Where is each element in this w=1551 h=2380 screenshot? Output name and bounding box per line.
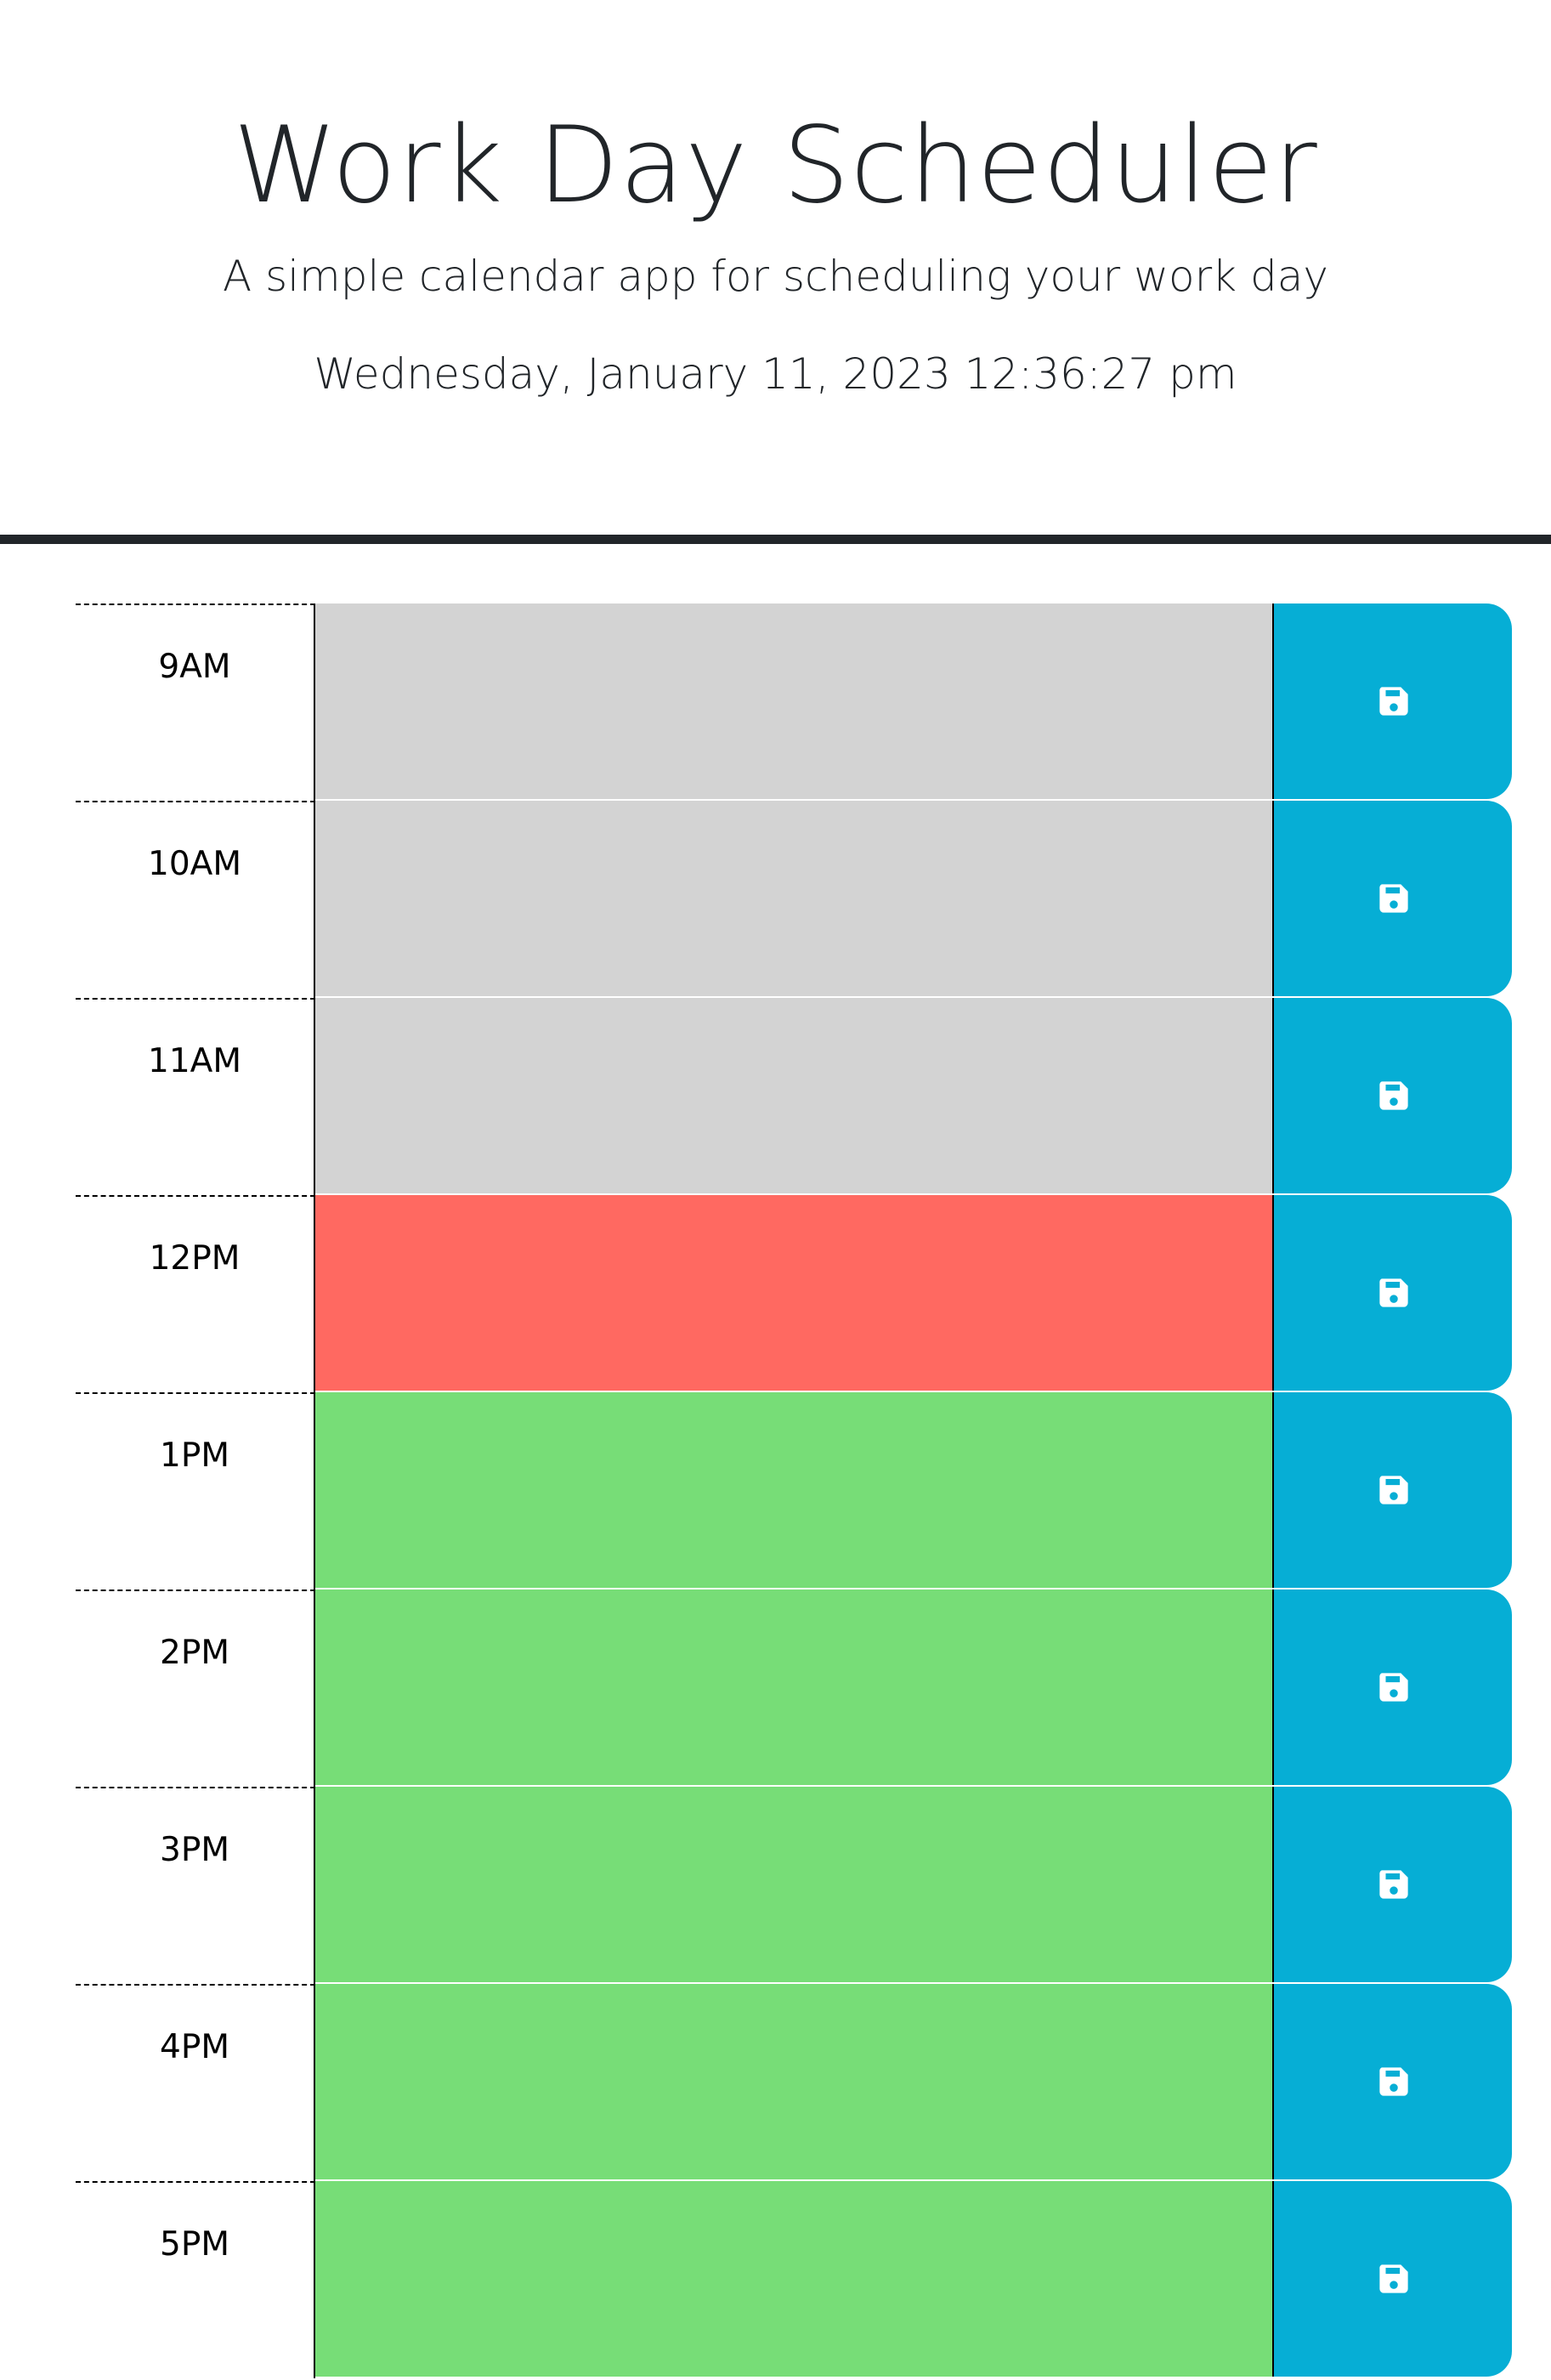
- hour-label: 11AM: [76, 998, 315, 1195]
- hour-label: 4PM: [76, 1984, 315, 2181]
- current-datetime: Wednesday, January 11, 2023 12:36:27 pm: [314, 349, 1237, 399]
- time-block: 5PM: [76, 2181, 1512, 2378]
- floppy-disk-icon: [1379, 1673, 1408, 1702]
- time-block: 4PM: [76, 1984, 1512, 2181]
- floppy-disk-icon: [1379, 1081, 1408, 1110]
- event-description-input[interactable]: [315, 2181, 1349, 2378]
- hour-label: 5PM: [76, 2181, 315, 2378]
- floppy-disk-icon: [1379, 1870, 1408, 1899]
- event-description-input[interactable]: [315, 1195, 1349, 1392]
- event-description-input[interactable]: [315, 1590, 1349, 1787]
- floppy-disk-icon: [1379, 1278, 1408, 1307]
- header: Work Day Scheduler A simple calendar app…: [0, 0, 1551, 544]
- hour-label: 2PM: [76, 1590, 315, 1787]
- floppy-disk-icon: [1379, 687, 1408, 716]
- time-block: 9AM: [76, 604, 1512, 801]
- event-description-input[interactable]: [315, 1984, 1349, 2181]
- save-button[interactable]: [1272, 1195, 1512, 1391]
- time-block: 10AM: [76, 801, 1512, 998]
- event-description-input[interactable]: [315, 1392, 1349, 1590]
- event-description-input[interactable]: [315, 604, 1349, 801]
- time-block: 12PM: [76, 1195, 1512, 1392]
- save-button[interactable]: [1272, 604, 1512, 799]
- hour-label: 12PM: [76, 1195, 315, 1392]
- time-block: 2PM: [76, 1590, 1512, 1787]
- floppy-disk-icon: [1379, 2067, 1408, 2096]
- save-button[interactable]: [1272, 2181, 1512, 2377]
- floppy-disk-icon: [1379, 1476, 1408, 1504]
- floppy-disk-icon: [1379, 884, 1408, 913]
- hour-label: 1PM: [76, 1392, 315, 1590]
- event-description-input[interactable]: [315, 1787, 1349, 1984]
- save-button[interactable]: [1272, 998, 1512, 1193]
- page-subtitle: A simple calendar app for scheduling you…: [223, 252, 1328, 301]
- event-description-input[interactable]: [315, 998, 1349, 1195]
- save-button[interactable]: [1272, 1590, 1512, 1785]
- hour-label: 10AM: [76, 801, 315, 998]
- page-title: Work Day Scheduler: [233, 105, 1318, 227]
- save-button[interactable]: [1272, 1787, 1512, 1982]
- save-button[interactable]: [1272, 1984, 1512, 2179]
- save-button[interactable]: [1272, 801, 1512, 996]
- floppy-disk-icon: [1379, 2264, 1408, 2293]
- time-block: 1PM: [76, 1392, 1512, 1590]
- event-description-input[interactable]: [315, 801, 1349, 998]
- hour-label: 9AM: [76, 604, 315, 801]
- hour-label: 3PM: [76, 1787, 315, 1984]
- time-block-list: 9AM 10AM 11AM 12PM 1PM 2PM 3PM 4PM 5PM: [76, 604, 1512, 2378]
- time-block: 11AM: [76, 998, 1512, 1195]
- time-block: 3PM: [76, 1787, 1512, 1984]
- save-button[interactable]: [1272, 1392, 1512, 1588]
